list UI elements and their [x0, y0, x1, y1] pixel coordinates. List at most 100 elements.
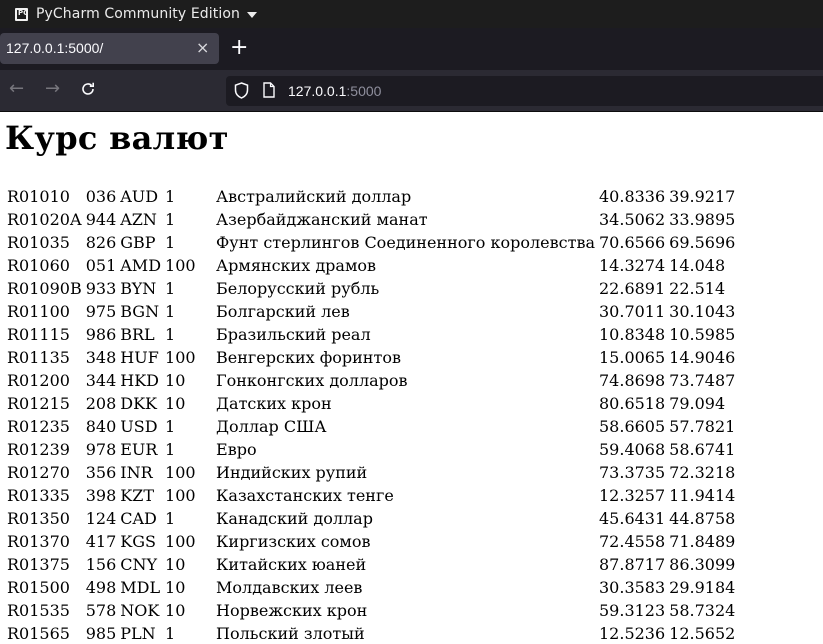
- numeric-code-cell: 826: [85, 233, 117, 252]
- currency-id-cell: R01375: [7, 555, 70, 574]
- close-icon[interactable]: ×: [196, 38, 209, 57]
- numeric-code-cell: 944: [85, 210, 117, 229]
- currency-id-cell: R01350: [7, 509, 70, 528]
- chevron-down-icon[interactable]: [246, 12, 257, 18]
- url-bar[interactable]: 127.0.0.1:5000: [226, 76, 823, 106]
- previous-rate-cell: 69.5696: [669, 233, 736, 252]
- currency-name-cell: Болгарский лев: [216, 302, 350, 321]
- char-code-cell: INR: [120, 463, 153, 482]
- currency-id-cell: R01270: [7, 463, 70, 482]
- currency-id-cell: R01115: [7, 325, 70, 344]
- table-row: R01060 051 AMD 100 Армянских драмов 14.3274 14…: [6, 255, 736, 276]
- table-row: R01115 986 BRL 1 Бразильский реал 10.8348 10.5…: [6, 324, 736, 345]
- table-row: R01020A 944 AZN 1 Азербайджанский манат 34.50…: [6, 209, 736, 230]
- previous-rate-cell: 14.048: [669, 256, 726, 275]
- currency-name-cell: Армянских драмов: [216, 256, 377, 275]
- char-code-cell: AZN: [120, 210, 157, 229]
- char-code-cell: AUD: [120, 187, 159, 206]
- numeric-code-cell: 398: [85, 486, 117, 505]
- table-row: R01235 840 USD 1 Доллар США 58.6605 57.7821: [6, 416, 736, 437]
- url-port: :5000: [346, 83, 382, 99]
- app-menu-title[interactable]: PyCharm Community Edition: [36, 6, 240, 22]
- table-row: R01565 985 PLN 1 Польский злотый 12.5236 12.56…: [6, 623, 736, 644]
- reload-icon[interactable]: [80, 79, 96, 102]
- previous-rate-cell: 10.5985: [669, 325, 736, 344]
- nominal-cell: 1: [165, 279, 176, 298]
- table-row: R01200 344 HKD 10 Гонконгских долларов 74.869…: [6, 370, 736, 391]
- currency-id-cell: R01090B: [7, 279, 82, 298]
- rate-value-cell: 22.6891: [599, 279, 666, 298]
- table-row: R01100 975 BGN 1 Болгарский лев 30.7011 30.104…: [6, 301, 736, 322]
- numeric-code-cell: 417: [85, 532, 117, 551]
- previous-rate-cell: 30.1043: [669, 302, 736, 321]
- previous-rate-cell: 58.7324: [669, 601, 736, 620]
- rate-value-cell: 59.4068: [599, 440, 666, 459]
- rate-value-cell: 30.7011: [599, 302, 666, 321]
- page-icon[interactable]: [263, 82, 275, 98]
- previous-rate-cell: 72.3218: [669, 463, 736, 482]
- rate-value-cell: 58.6605: [599, 417, 666, 436]
- table-row: R01090B 933 BYN 1 Белорусский рубль 22.6891 22…: [6, 278, 736, 299]
- nominal-cell: 1: [165, 210, 176, 229]
- previous-rate-cell: 79.094: [669, 394, 726, 413]
- char-code-cell: HUF: [120, 348, 159, 367]
- numeric-code-cell: 208: [85, 394, 117, 413]
- nominal-cell: 1: [165, 509, 176, 528]
- currency-name-cell: Доллар США: [216, 417, 327, 436]
- rate-value-cell: 70.6566: [599, 233, 666, 252]
- numeric-code-cell: 978: [85, 440, 117, 459]
- currency-id-cell: R01370: [7, 532, 70, 551]
- pycharm-icon: PC: [15, 7, 28, 21]
- currency-name-cell: Бразильский реал: [216, 325, 371, 344]
- previous-rate-cell: 71.8489: [669, 532, 736, 551]
- tab-title: 127.0.0.1:5000/: [6, 40, 104, 56]
- rate-value-cell: 40.8336: [599, 187, 666, 206]
- rate-value-cell: 74.8698: [599, 371, 666, 390]
- currency-name-cell: Гонконгских долларов: [216, 371, 408, 390]
- char-code-cell: CAD: [120, 509, 157, 528]
- previous-rate-cell: 57.7821: [669, 417, 736, 436]
- previous-rate-cell: 14.9046: [669, 348, 736, 367]
- table-row: R01535 578 NOK 10 Норвежских крон 59.3123 58.7…: [6, 600, 736, 621]
- back-arrow-icon[interactable]: ←: [9, 79, 24, 99]
- rate-value-cell: 10.8348: [599, 325, 666, 344]
- nominal-cell: 1: [165, 325, 176, 344]
- table-row: R01270 356 INR 100 Индийских рупий 73.3735 72.…: [6, 462, 736, 483]
- nominal-cell: 10: [165, 578, 186, 597]
- previous-rate-cell: 39.9217: [669, 187, 736, 206]
- char-code-cell: KGS: [120, 532, 156, 551]
- currency-id-cell: R01565: [7, 624, 70, 643]
- numeric-code-cell: 344: [85, 371, 117, 390]
- char-code-cell: EUR: [120, 440, 158, 459]
- nominal-cell: 1: [165, 417, 176, 436]
- nominal-cell: 100: [165, 348, 196, 367]
- tab-strip: 127.0.0.1:5000/ × +: [0, 28, 823, 70]
- numeric-code-cell: 036: [85, 187, 117, 206]
- currency-id-cell: R01100: [7, 302, 70, 321]
- currency-name-cell: Азербайджанский манат: [216, 210, 428, 229]
- previous-rate-cell: 29.9184: [669, 578, 736, 597]
- numeric-code-cell: 933: [85, 279, 117, 298]
- url-host: 127.0.0.1: [288, 83, 347, 99]
- tab-active[interactable]: 127.0.0.1:5000/ ×: [0, 33, 219, 64]
- new-tab-button[interactable]: +: [230, 37, 248, 59]
- nominal-cell: 100: [165, 256, 196, 275]
- previous-rate-cell: 22.514: [669, 279, 726, 298]
- currency-id-cell: R01010: [7, 187, 70, 206]
- currency-id-cell: R01060: [7, 256, 70, 275]
- rate-value-cell: 72.4558: [599, 532, 666, 551]
- currency-name-cell: Венгерских форинтов: [216, 348, 401, 367]
- nominal-cell: 10: [165, 555, 186, 574]
- numeric-code-cell: 356: [85, 463, 117, 482]
- char-code-cell: PLN: [120, 624, 156, 643]
- char-code-cell: BGN: [120, 302, 160, 321]
- currency-id-cell: R01500: [7, 578, 70, 597]
- shield-icon[interactable]: [234, 82, 249, 99]
- url-text[interactable]: 127.0.0.1:5000: [288, 83, 381, 99]
- currency-id-cell: R01239: [7, 440, 70, 459]
- forward-arrow-icon[interactable]: →: [45, 79, 60, 99]
- numeric-code-cell: 124: [85, 509, 117, 528]
- previous-rate-cell: 11.9414: [669, 486, 736, 505]
- currency-name-cell: Фунт стерлингов Соединенного королевства: [216, 233, 595, 252]
- numeric-code-cell: 156: [85, 555, 117, 574]
